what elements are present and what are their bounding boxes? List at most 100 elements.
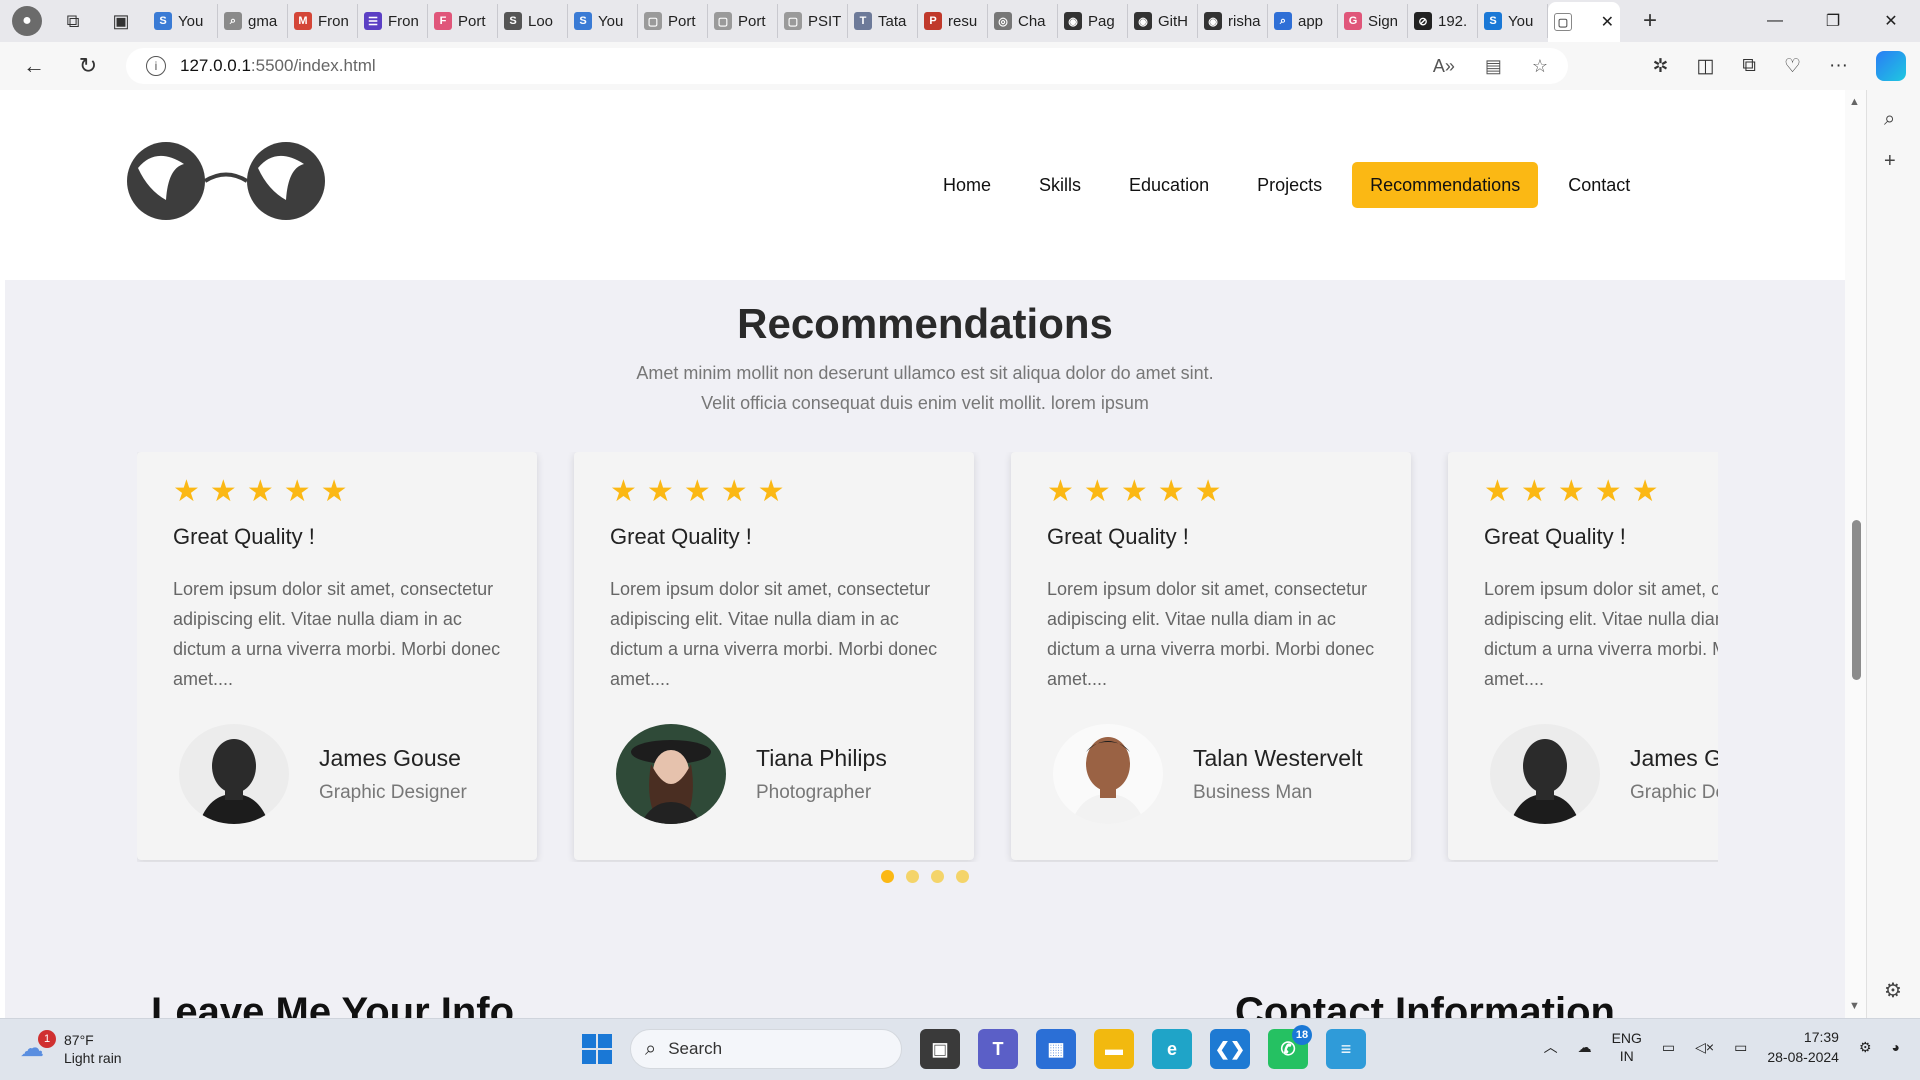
- recommendations-carousel[interactable]: ★ ★ ★ ★ ★ Great Quality ! Lorem ipsum dolor si…: [137, 452, 1718, 862]
- site-header: Home Skills Education Projects Recommendatio…: [5, 90, 1845, 280]
- battery-icon[interactable]: ▭: [1734, 1039, 1747, 1056]
- nav-item-education[interactable]: Education: [1111, 162, 1227, 208]
- tab-favicon-icon: ⊘: [1414, 12, 1432, 30]
- author-role: Business Man: [1193, 781, 1313, 803]
- windows-start-icon[interactable]: [582, 1034, 612, 1064]
- task-view-icon[interactable]: ▣: [920, 1029, 960, 1069]
- extensions-icon[interactable]: ✲: [1653, 55, 1669, 78]
- nav-item-recommendations[interactable]: Recommendations: [1352, 162, 1539, 208]
- tab-favicon-icon: M: [294, 12, 312, 30]
- scrollbar-thumb[interactable]: [1852, 520, 1861, 680]
- edge-icon[interactable]: e: [1152, 1029, 1192, 1069]
- browser-tab[interactable]: ▢ Port: [708, 4, 778, 38]
- browser-tab[interactable]: ⊘ 192.: [1408, 4, 1478, 38]
- carousel-dot[interactable]: [881, 870, 894, 883]
- star-icon: ★: [1194, 474, 1222, 508]
- carousel-pagination: [881, 870, 969, 883]
- browser-tab[interactable]: ◉ GitH: [1128, 4, 1198, 38]
- browser-tab[interactable]: S You: [568, 4, 638, 38]
- glasses-logo[interactable]: [126, 138, 326, 224]
- star-icon: ★: [173, 474, 200, 508]
- browser-tab[interactable]: Presu: [918, 4, 988, 38]
- file-explorer-icon[interactable]: ▬: [1094, 1029, 1134, 1069]
- scroll-down-arrow[interactable]: ▼: [1849, 1000, 1860, 1012]
- split-screen-icon[interactable]: ◫: [1696, 55, 1714, 78]
- close-window-button[interactable]: ✕: [1862, 0, 1920, 42]
- weather-widget[interactable]: ☁ 1 87°F Light rain: [20, 1030, 122, 1067]
- browser-tab[interactable]: ▢ PSIT: [778, 4, 848, 38]
- address-bar[interactable]: i 127.0.0.1:5500/index.html A» ▤ ☆: [126, 48, 1568, 84]
- tab-actions-icon[interactable]: ▣: [104, 6, 138, 36]
- tab-active[interactable]: ▢ ✕: [1548, 2, 1620, 42]
- vscode-icon[interactable]: ❮❯: [1210, 1029, 1250, 1069]
- onedrive-icon[interactable]: ☁: [1578, 1039, 1592, 1056]
- carousel-dot[interactable]: [906, 870, 919, 883]
- browser-tab[interactable]: S You: [1478, 4, 1548, 38]
- page-icon: ▢: [1554, 13, 1572, 31]
- card-heading: Great Quality !: [1047, 524, 1189, 549]
- notifications-icon[interactable]: ⚙: [1859, 1039, 1872, 1056]
- url-host: 127.0.0.1: [180, 56, 251, 75]
- tab-label: Port: [738, 12, 766, 30]
- author-name: James Gouse: [319, 744, 461, 771]
- profile-icon[interactable]: ●: [12, 6, 42, 36]
- favorite-star-icon[interactable]: ☆: [1532, 56, 1548, 77]
- collections-icon[interactable]: ⧉: [1742, 55, 1756, 77]
- carousel-dot[interactable]: [931, 870, 944, 883]
- nav-item-skills[interactable]: Skills: [1021, 162, 1099, 208]
- nav-item-contact[interactable]: Contact: [1550, 162, 1648, 208]
- sidebar-settings-icon[interactable]: ⚙: [1884, 978, 1902, 1003]
- minimize-button[interactable]: —: [1746, 0, 1804, 42]
- browser-tab[interactable]: ⌕ gma: [218, 4, 288, 38]
- browser-tab[interactable]: F Port: [428, 4, 498, 38]
- immersive-reader-icon[interactable]: ▤: [1485, 56, 1502, 77]
- site-info-icon[interactable]: i: [146, 56, 166, 76]
- scroll-up-arrow[interactable]: ▲: [1849, 96, 1860, 108]
- back-button[interactable]: ←: [14, 46, 54, 86]
- browser-tab[interactable]: G Sign: [1338, 4, 1408, 38]
- workspaces-icon[interactable]: ⧉: [56, 6, 90, 36]
- chevron-up-icon[interactable]: ︿: [1544, 1037, 1558, 1057]
- refresh-button[interactable]: ↻: [68, 46, 108, 86]
- browser-tab[interactable]: M Fron: [288, 4, 358, 38]
- network-icon[interactable]: ▭: [1662, 1039, 1675, 1056]
- teams-icon[interactable]: T: [978, 1029, 1018, 1069]
- notepad-icon[interactable]: ≡: [1326, 1029, 1366, 1069]
- browser-tab[interactable]: S Loo: [498, 4, 568, 38]
- url-path: :5500/index.html: [250, 56, 376, 75]
- copilot-icon[interactable]: [1876, 51, 1906, 81]
- tab-favicon-icon: S: [1484, 12, 1502, 30]
- sidebar-add-icon[interactable]: +: [1884, 150, 1896, 173]
- restore-button[interactable]: ❐: [1804, 0, 1862, 42]
- nav-item-projects[interactable]: Projects: [1239, 162, 1340, 208]
- browser-tab[interactable]: S You: [148, 4, 218, 38]
- carousel-dot[interactable]: [956, 870, 969, 883]
- language-indicator[interactable]: ENG IN: [1612, 1029, 1642, 1065]
- clock[interactable]: 17:39 28-08-2024: [1767, 1027, 1839, 1067]
- new-tab-button[interactable]: +: [1630, 7, 1670, 35]
- whatsapp-icon[interactable]: ✆ 18: [1268, 1025, 1312, 1069]
- more-options-icon[interactable]: ···: [1829, 55, 1848, 77]
- store-icon[interactable]: ▦: [1036, 1029, 1076, 1069]
- volume-mute-icon[interactable]: ◁×: [1695, 1039, 1714, 1056]
- page-scrollbar[interactable]: ▲ ▼: [1845, 90, 1866, 1018]
- sidebar-search-icon[interactable]: ⌕: [1884, 108, 1895, 131]
- taskbar-search[interactable]: ⌕ Search: [630, 1029, 902, 1069]
- browser-tab[interactable]: ▢ Port: [638, 4, 708, 38]
- browser-tab[interactable]: ☰ Fron: [358, 4, 428, 38]
- author-role: Photographer: [756, 781, 872, 803]
- read-aloud-icon[interactable]: A»: [1433, 56, 1455, 77]
- browser-essentials-icon[interactable]: ♡: [1784, 55, 1801, 78]
- browser-tab[interactable]: ⌕ app: [1268, 4, 1338, 38]
- browser-tab[interactable]: ◎ Cha: [988, 4, 1058, 38]
- nav-item-home[interactable]: Home: [925, 162, 1009, 208]
- recommendation-card: ★ ★ ★ ★ ★ Great Quality ! Lorem ipsum dolor si…: [1011, 452, 1411, 860]
- browser-tab[interactable]: ◉ risha: [1198, 4, 1268, 38]
- card-author: James Gouse Graphic Designer: [179, 724, 467, 824]
- browser-tab[interactable]: T Tata: [848, 4, 918, 38]
- browser-tab[interactable]: ◉ Pag: [1058, 4, 1128, 38]
- star-icon: ★: [1083, 474, 1111, 508]
- recommendation-card: ★ ★ ★ ★ ★ Great Quality ! Lorem ipsum dolor si…: [1448, 452, 1718, 860]
- copilot-tray-icon[interactable]: ◕: [1892, 1039, 1900, 1055]
- close-tab-icon[interactable]: ✕: [1601, 12, 1614, 32]
